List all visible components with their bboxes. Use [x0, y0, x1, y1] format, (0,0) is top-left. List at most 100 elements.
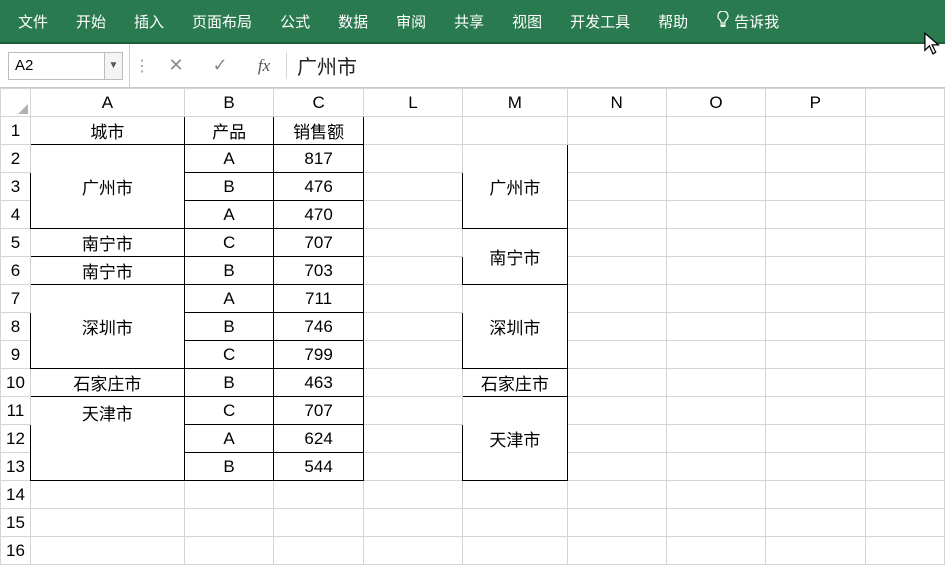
cell[interactable] — [463, 509, 567, 537]
sales-cell[interactable]: 799 — [274, 341, 364, 369]
cell[interactable] — [463, 117, 567, 145]
cell[interactable] — [666, 173, 765, 201]
name-box[interactable]: A2 — [8, 52, 105, 80]
row-header-10[interactable]: 10 — [1, 369, 31, 397]
cell[interactable] — [766, 313, 865, 341]
cell[interactable] — [865, 397, 944, 425]
cell[interactable] — [184, 509, 273, 537]
row-header-3[interactable]: 3 — [1, 173, 31, 201]
cell[interactable] — [666, 453, 765, 481]
cell[interactable] — [766, 117, 865, 145]
cell[interactable] — [567, 201, 666, 229]
header-cell-B[interactable]: 产品 — [184, 117, 273, 145]
formula-input[interactable] — [287, 44, 945, 87]
cell[interactable] — [363, 425, 462, 453]
cell[interactable] — [567, 257, 666, 285]
cell[interactable] — [30, 537, 184, 565]
row-header-13[interactable]: 13 — [1, 453, 31, 481]
sales-cell[interactable]: 470 — [274, 201, 364, 229]
product-cell[interactable]: A — [184, 201, 273, 229]
cell[interactable] — [363, 481, 462, 509]
cell[interactable] — [766, 425, 865, 453]
ribbon-tab-数据[interactable]: 数据 — [324, 1, 382, 42]
col-header-L[interactable]: L — [363, 89, 462, 117]
sales-cell[interactable]: 711 — [274, 285, 364, 313]
cell[interactable] — [766, 537, 865, 565]
cell[interactable] — [567, 453, 666, 481]
cell[interactable] — [567, 117, 666, 145]
cell[interactable] — [567, 509, 666, 537]
col-header-A[interactable]: A — [30, 89, 184, 117]
cell[interactable] — [766, 481, 865, 509]
ribbon-tab-文件[interactable]: 文件 — [4, 1, 62, 42]
row-header-16[interactable]: 16 — [1, 537, 31, 565]
cell[interactable] — [666, 229, 765, 257]
cell[interactable] — [567, 173, 666, 201]
sales-cell[interactable]: 707 — [274, 229, 364, 257]
cell[interactable] — [363, 537, 462, 565]
cell[interactable] — [766, 257, 865, 285]
row-header-11[interactable]: 11 — [1, 397, 31, 425]
cell[interactable] — [666, 397, 765, 425]
summary-city-cell[interactable]: 天津市 — [463, 397, 567, 481]
row-header-4[interactable]: 4 — [1, 201, 31, 229]
cell[interactable] — [363, 313, 462, 341]
product-cell[interactable]: B — [184, 313, 273, 341]
sales-cell[interactable]: 707 — [274, 397, 364, 425]
summary-city-cell[interactable]: 广州市 — [463, 145, 567, 229]
row-header-1[interactable]: 1 — [1, 117, 31, 145]
summary-city-cell[interactable]: 石家庄市 — [463, 369, 567, 397]
row-header-7[interactable]: 7 — [1, 285, 31, 313]
cell[interactable] — [865, 285, 944, 313]
formula-bar-handle-icon[interactable]: ⋮ — [130, 44, 154, 87]
ribbon-tab-审阅[interactable]: 审阅 — [382, 1, 440, 42]
cell[interactable] — [363, 117, 462, 145]
sales-cell[interactable]: 703 — [274, 257, 364, 285]
cell[interactable] — [666, 285, 765, 313]
cell[interactable] — [766, 201, 865, 229]
col-header-P[interactable]: P — [766, 89, 865, 117]
cell[interactable] — [666, 537, 765, 565]
city-cell[interactable]: 石家庄市 — [30, 369, 184, 397]
row-header-12[interactable]: 12 — [1, 425, 31, 453]
sales-cell[interactable]: 476 — [274, 173, 364, 201]
cell[interactable] — [363, 257, 462, 285]
cell[interactable] — [666, 313, 765, 341]
cell[interactable] — [363, 229, 462, 257]
cell[interactable] — [666, 145, 765, 173]
sales-cell[interactable]: 544 — [274, 453, 364, 481]
summary-city-cell[interactable]: 深圳市 — [463, 285, 567, 369]
col-header-M[interactable]: M — [463, 89, 567, 117]
sales-cell[interactable]: 746 — [274, 313, 364, 341]
cell[interactable] — [30, 509, 184, 537]
cell[interactable] — [666, 369, 765, 397]
cancel-button[interactable]: ✕ — [154, 44, 198, 87]
tell-me[interactable]: 告诉我 — [702, 1, 793, 42]
row-header-2[interactable]: 2 — [1, 145, 31, 173]
cell[interactable] — [274, 509, 364, 537]
city-cell[interactable]: 南宁市 — [30, 257, 184, 285]
select-all-corner[interactable] — [1, 89, 31, 117]
ribbon-tab-帮助[interactable]: 帮助 — [644, 1, 702, 42]
cell[interactable] — [766, 369, 865, 397]
cell[interactable] — [865, 145, 944, 173]
cell[interactable] — [865, 229, 944, 257]
header-cell-A[interactable]: 城市 — [30, 117, 184, 145]
product-cell[interactable]: A — [184, 145, 273, 173]
cell[interactable] — [865, 341, 944, 369]
cell[interactable] — [30, 481, 184, 509]
product-cell[interactable]: A — [184, 285, 273, 313]
col-header-B[interactable]: B — [184, 89, 273, 117]
col-header-extra[interactable] — [865, 89, 944, 117]
cell[interactable] — [363, 173, 462, 201]
header-cell-C[interactable]: 销售额 — [274, 117, 364, 145]
sales-cell[interactable]: 463 — [274, 369, 364, 397]
cell[interactable] — [567, 369, 666, 397]
cell[interactable] — [666, 257, 765, 285]
row-header-15[interactable]: 15 — [1, 509, 31, 537]
product-cell[interactable]: A — [184, 425, 273, 453]
cell[interactable] — [865, 453, 944, 481]
summary-city-cell[interactable]: 南宁市 — [463, 229, 567, 285]
cell[interactable] — [567, 285, 666, 313]
cell[interactable] — [865, 313, 944, 341]
